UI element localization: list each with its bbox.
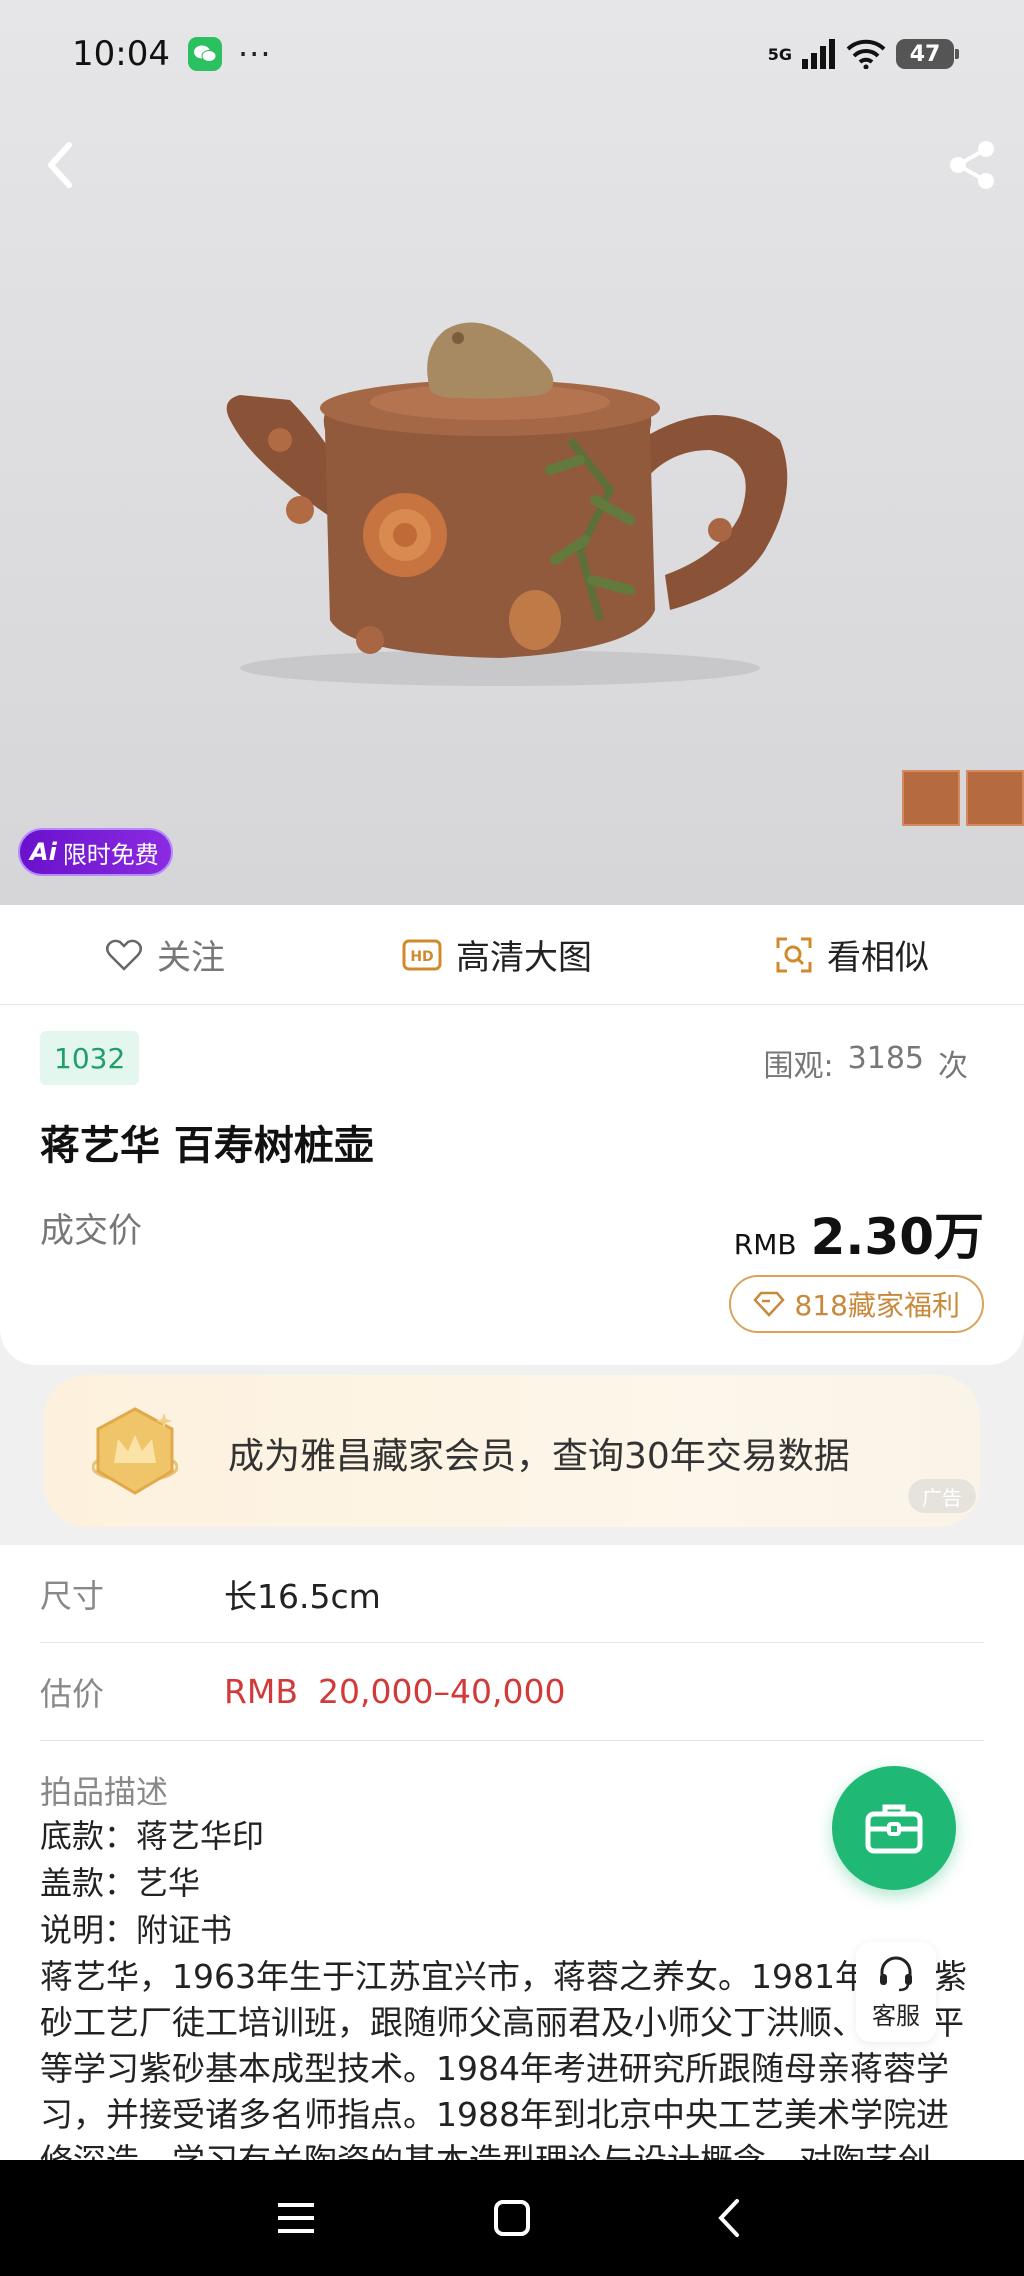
product-image[interactable]: 10:04 ··· 5G 47 Ai 限时免费 bbox=[0, 0, 1024, 905]
action-bar: 关注 HD 高清大图 看相似 bbox=[0, 905, 1024, 1005]
headset-icon bbox=[880, 1956, 912, 1991]
description-body: 蒋艺华，1963年生于江苏宜兴市，蒋蓉之养女。1981年进入紫砂工艺厂徒工培训班… bbox=[40, 1957, 967, 2180]
estimate-range: 20,000–40,000 bbox=[318, 1672, 566, 1711]
status-bar: 10:04 ··· 5G 47 bbox=[72, 28, 959, 80]
similar-label: 看相似 bbox=[827, 938, 929, 978]
home-button[interactable] bbox=[482, 2188, 542, 2248]
seal-thumbnail[interactable] bbox=[966, 770, 1024, 826]
description-line: 说明：附证书 bbox=[40, 1911, 233, 1949]
price-currency: RMB bbox=[733, 1228, 797, 1261]
lot-title: 蒋艺华 百寿树桩壶 bbox=[40, 1123, 374, 1169]
service-label: 客服 bbox=[872, 2001, 920, 2030]
price-value: 2.30万 bbox=[810, 1208, 984, 1266]
scan-icon bbox=[776, 937, 812, 972]
signal-icon bbox=[802, 39, 835, 69]
ai-free-badge[interactable]: Ai 限时免费 bbox=[18, 828, 173, 876]
ai-badge-label: 限时免费 bbox=[62, 840, 159, 869]
system-nav-bar bbox=[0, 2160, 1024, 2276]
seal-thumbnail[interactable] bbox=[902, 770, 960, 826]
chevron-left-icon bbox=[718, 2199, 739, 2237]
hd-icon-text: HD bbox=[410, 949, 433, 965]
member-promo-banner[interactable]: 成为雅昌藏家会员，查询30年交易数据 广告 bbox=[44, 1375, 980, 1527]
share-button[interactable] bbox=[942, 135, 1002, 195]
more-notifications-icon: ··· bbox=[237, 35, 272, 73]
hd-icon: HD bbox=[402, 939, 442, 970]
estimate-value: RMB 20,000–40,000 bbox=[224, 1672, 565, 1711]
follow-button[interactable]: 关注 bbox=[105, 930, 225, 979]
follow-label: 关注 bbox=[157, 938, 225, 978]
diamond-icon bbox=[752, 1291, 785, 1317]
hd-image-button[interactable]: HD 高清大图 bbox=[402, 930, 592, 979]
collector-welfare-button[interactable]: 818藏家福利 bbox=[728, 1275, 984, 1333]
estimate-label: 估价 bbox=[40, 1674, 105, 1713]
deal-price: RMB 2.30万 bbox=[734, 1197, 984, 1269]
home-square-icon bbox=[494, 2200, 530, 2236]
lot-number-badge: 1032 bbox=[40, 1031, 140, 1085]
recent-apps-button[interactable] bbox=[266, 2188, 326, 2248]
welfare-label: 818藏家福利 bbox=[794, 1289, 960, 1322]
views-label: 围观: bbox=[763, 1049, 834, 1084]
teapot-image bbox=[226, 322, 788, 686]
share-icon bbox=[950, 141, 994, 189]
lot-info-card: 1032 围观: 3185 次 蒋艺华 百寿树桩壶 成交价 RMB 2.30万 … bbox=[0, 1005, 1024, 1365]
size-label: 尺寸 bbox=[40, 1576, 105, 1615]
status-time: 10:04 bbox=[72, 34, 170, 74]
find-similar-button[interactable]: 看相似 bbox=[775, 930, 929, 979]
ai-mark: Ai bbox=[30, 838, 57, 866]
chevron-left-icon bbox=[48, 142, 72, 188]
back-button[interactable] bbox=[30, 135, 90, 195]
description-line: 盖款：艺华 bbox=[40, 1864, 201, 1902]
briefcase-icon bbox=[865, 1804, 923, 1854]
system-back-button[interactable] bbox=[698, 2188, 758, 2248]
description-title: 拍品描述 bbox=[40, 1773, 169, 1811]
views-unit: 次 bbox=[938, 1049, 968, 1084]
estimate-currency: RMB bbox=[224, 1672, 299, 1711]
menu-icon bbox=[278, 2203, 314, 2233]
wifi-icon bbox=[846, 39, 886, 69]
seal-thumbnails[interactable] bbox=[902, 770, 1024, 826]
heart-icon bbox=[106, 939, 142, 971]
crown-badge-icon bbox=[92, 1407, 178, 1495]
member-promo-text: 成为雅昌藏家会员，查询30年交易数据 bbox=[228, 1436, 850, 1477]
status-indicators: 5G 47 bbox=[767, 39, 959, 69]
description-line: 底款：蒋艺华印 bbox=[40, 1817, 265, 1855]
size-row: 尺寸 长16.5cm bbox=[40, 1545, 984, 1643]
size-value: 长16.5cm bbox=[224, 1576, 381, 1616]
views-count: 3185 bbox=[847, 1041, 924, 1076]
bag-fab-button[interactable] bbox=[832, 1766, 956, 1890]
ad-tag: 广告 bbox=[908, 1479, 976, 1513]
deal-price-label: 成交价 bbox=[40, 1211, 142, 1251]
view-count: 围观: 3185 次 bbox=[764, 1041, 968, 1085]
hd-label: 高清大图 bbox=[456, 938, 592, 978]
battery-icon: 47 bbox=[896, 39, 959, 69]
description-lines: 底款：蒋艺华印 盖款：艺华 说明：附证书 bbox=[40, 1813, 264, 1954]
wechat-icon bbox=[187, 37, 222, 71]
estimate-row: 估价 RMB 20,000–40,000 bbox=[40, 1643, 984, 1741]
customer-service-button[interactable]: 客服 bbox=[856, 1942, 936, 2042]
network-type: 5G bbox=[767, 44, 792, 64]
